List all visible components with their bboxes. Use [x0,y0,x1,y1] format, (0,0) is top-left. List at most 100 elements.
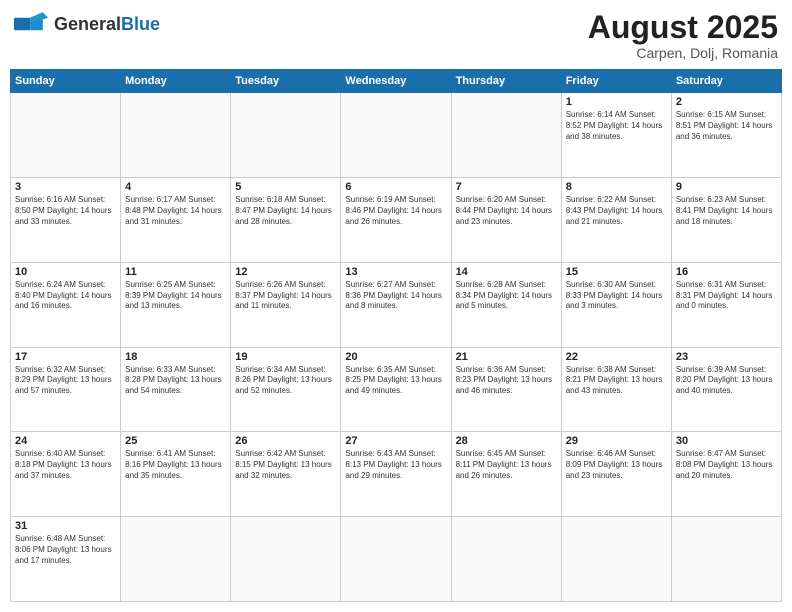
day-info: Sunrise: 6:15 AM Sunset: 8:51 PM Dayligh… [676,110,777,142]
day-number: 28 [456,435,557,447]
calendar-cell: 25 Sunrise: 6:41 AM Sunset: 8:16 PM Dayli… [121,432,231,517]
day-number: 7 [456,181,557,193]
day-info: Sunrise: 6:24 AM Sunset: 8:40 PM Dayligh… [15,280,116,312]
day-info: Sunrise: 6:45 AM Sunset: 8:11 PM Dayligh… [456,449,557,481]
calendar-cell [341,517,451,602]
calendar-cell [451,517,561,602]
calendar-cell: 5 Sunrise: 6:18 AM Sunset: 8:47 PM Daylig… [231,177,341,262]
calendar-cell: 24 Sunrise: 6:40 AM Sunset: 8:18 PM Dayli… [11,432,121,517]
week-row-1: 3Sunrise: 6:16 AM Sunset: 8:50 PM Daylig… [11,177,782,262]
day-number: 18 [125,351,226,363]
day-number: 8 [566,181,667,193]
day-info: Sunrise: 6:28 AM Sunset: 8:34 PM Dayligh… [456,280,557,312]
day-info: Sunrise: 6:41 AM Sunset: 8:16 PM Dayligh… [125,449,226,481]
day-number: 11 [125,266,226,278]
title-block: August 2025 Carpen, Dolj, Romania [588,10,778,61]
day-info: Sunrise: 6:17 AM Sunset: 8:48 PM Dayligh… [125,195,226,227]
page: GeneralBlue August 2025 Carpen, Dolj, Ro… [0,0,792,612]
day-number: 31 [15,520,116,532]
calendar-cell: 28 Sunrise: 6:45 AM Sunset: 8:11 PM Dayli… [451,432,561,517]
week-row-5: 31Sunrise: 6:48 AM Sunset: 8:06 PM Dayli… [11,517,782,602]
day-info: Sunrise: 6:35 AM Sunset: 8:25 PM Dayligh… [345,365,446,397]
logo-text: GeneralBlue [54,14,160,35]
day-number: 5 [235,181,336,193]
day-info: Sunrise: 6:47 AM Sunset: 8:08 PM Dayligh… [676,449,777,481]
calendar-cell: 13 Sunrise: 6:27 AM Sunset: 8:36 PM Dayli… [341,262,451,347]
calendar-cell: 16 Sunrise: 6:31 AM Sunset: 8:31 PM Dayli… [671,262,781,347]
day-number: 25 [125,435,226,447]
day-info: Sunrise: 6:34 AM Sunset: 8:26 PM Dayligh… [235,365,336,397]
day-info: Sunrise: 6:43 AM Sunset: 8:13 PM Dayligh… [345,449,446,481]
col-tuesday: Tuesday [231,70,341,93]
day-number: 22 [566,351,667,363]
day-info: Sunrise: 6:18 AM Sunset: 8:47 PM Dayligh… [235,195,336,227]
day-info: Sunrise: 6:33 AM Sunset: 8:28 PM Dayligh… [125,365,226,397]
calendar-cell: 21 Sunrise: 6:36 AM Sunset: 8:23 PM Dayli… [451,347,561,432]
week-row-3: 17Sunrise: 6:32 AM Sunset: 8:29 PM Dayli… [11,347,782,432]
day-info: Sunrise: 6:46 AM Sunset: 8:09 PM Dayligh… [566,449,667,481]
calendar-cell [341,93,451,178]
calendar-cell: 19Sunrise: 6:34 AM Sunset: 8:26 PM Dayli… [231,347,341,432]
calendar-cell [121,517,231,602]
day-number: 27 [345,435,446,447]
calendar-cell [561,517,671,602]
day-number: 3 [15,181,116,193]
calendar-cell: 8Sunrise: 6:22 AM Sunset: 8:43 PM Daylig… [561,177,671,262]
day-number: 9 [676,181,777,193]
logo: GeneralBlue [14,10,160,38]
calendar-cell: 1Sunrise: 6:14 AM Sunset: 8:52 PM Daylig… [561,93,671,178]
day-info: Sunrise: 6:39 AM Sunset: 8:20 PM Dayligh… [676,365,777,397]
calendar-cell [231,517,341,602]
day-number: 4 [125,181,226,193]
day-number: 16 [676,266,777,278]
day-number: 26 [235,435,336,447]
calendar-cell [671,517,781,602]
calendar-header: Sunday Monday Tuesday Wednesday Thursday… [11,70,782,93]
calendar-cell: 2Sunrise: 6:15 AM Sunset: 8:51 PM Daylig… [671,93,781,178]
day-info: Sunrise: 6:38 AM Sunset: 8:21 PM Dayligh… [566,365,667,397]
day-info: Sunrise: 6:27 AM Sunset: 8:36 PM Dayligh… [345,280,446,312]
subtitle: Carpen, Dolj, Romania [588,45,778,61]
day-number: 30 [676,435,777,447]
calendar-cell: 14Sunrise: 6:28 AM Sunset: 8:34 PM Dayli… [451,262,561,347]
day-number: 13 [345,266,446,278]
day-number: 12 [235,266,336,278]
calendar-cell [451,93,561,178]
calendar-cell: 23 Sunrise: 6:39 AM Sunset: 8:20 PM Dayli… [671,347,781,432]
day-number: 21 [456,351,557,363]
calendar-cell: 6 Sunrise: 6:19 AM Sunset: 8:46 PM Daylig… [341,177,451,262]
calendar-cell: 26Sunrise: 6:42 AM Sunset: 8:15 PM Dayli… [231,432,341,517]
day-info: Sunrise: 6:23 AM Sunset: 8:41 PM Dayligh… [676,195,777,227]
calendar-cell: 12Sunrise: 6:26 AM Sunset: 8:37 PM Dayli… [231,262,341,347]
col-sunday: Sunday [11,70,121,93]
day-number: 23 [676,351,777,363]
col-friday: Friday [561,70,671,93]
calendar-cell: 27 Sunrise: 6:43 AM Sunset: 8:13 PM Dayli… [341,432,451,517]
calendar-cell: 7Sunrise: 6:20 AM Sunset: 8:44 PM Daylig… [451,177,561,262]
day-number: 20 [345,351,446,363]
day-number: 1 [566,96,667,108]
logo-icon [14,10,50,38]
calendar-cell: 20 Sunrise: 6:35 AM Sunset: 8:25 PM Dayli… [341,347,451,432]
main-title: August 2025 [588,10,778,45]
calendar-table: Sunday Monday Tuesday Wednesday Thursday… [10,69,782,602]
logo-blue: Blue [121,14,160,34]
header: GeneralBlue August 2025 Carpen, Dolj, Ro… [10,10,782,61]
week-row-4: 24 Sunrise: 6:40 AM Sunset: 8:18 PM Dayli… [11,432,782,517]
calendar-cell: 4 Sunrise: 6:17 AM Sunset: 8:48 PM Daylig… [121,177,231,262]
calendar-cell: 29Sunrise: 6:46 AM Sunset: 8:09 PM Dayli… [561,432,671,517]
day-number: 6 [345,181,446,193]
day-number: 24 [15,435,116,447]
day-info: Sunrise: 6:40 AM Sunset: 8:18 PM Dayligh… [15,449,116,481]
calendar-cell: 30 Sunrise: 6:47 AM Sunset: 8:08 PM Dayli… [671,432,781,517]
col-saturday: Saturday [671,70,781,93]
day-info: Sunrise: 6:31 AM Sunset: 8:31 PM Dayligh… [676,280,777,312]
day-info: Sunrise: 6:19 AM Sunset: 8:46 PM Dayligh… [345,195,446,227]
day-info: Sunrise: 6:25 AM Sunset: 8:39 PM Dayligh… [125,280,226,312]
week-row-0: 1Sunrise: 6:14 AM Sunset: 8:52 PM Daylig… [11,93,782,178]
day-info: Sunrise: 6:36 AM Sunset: 8:23 PM Dayligh… [456,365,557,397]
day-number: 10 [15,266,116,278]
col-thursday: Thursday [451,70,561,93]
calendar-cell: 15Sunrise: 6:30 AM Sunset: 8:33 PM Dayli… [561,262,671,347]
logo-general: General [54,14,121,34]
